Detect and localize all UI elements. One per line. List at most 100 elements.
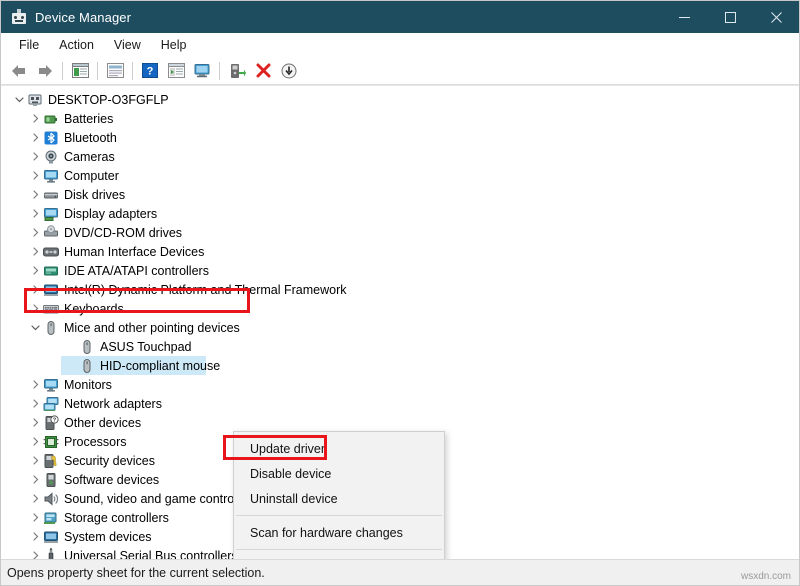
back-button[interactable] [7,59,31,83]
tree-item-label: Universal Serial Bus controllers [64,548,238,560]
context-menu[interactable]: Update driver Disable device Uninstall dev… [233,431,445,559]
update-driver-icon[interactable] [225,59,249,83]
context-menu-separator [236,515,442,516]
chevron-right-icon[interactable] [27,489,43,508]
chevron-right-icon[interactable] [27,470,43,489]
context-menu-item[interactable]: Scan for hardware changes [234,520,444,545]
chevron-right-icon[interactable] [27,204,43,223]
context-menu-separator [236,549,442,550]
toolbar-separator-4 [219,61,220,80]
chevron-right-icon[interactable] [27,242,43,261]
tree-item[interactable]: ? Other devices [1,413,799,432]
camera-icon [43,149,59,165]
processor-icon [43,434,59,450]
toolbar: ? [1,57,799,85]
network-adapter-icon [43,396,59,412]
hid-icon [43,244,59,260]
tree-item[interactable]: Mice and other pointing devices [1,318,799,337]
chevron-right-icon[interactable] [27,185,43,204]
down-arrow-circle-icon[interactable] [277,59,301,83]
device-tree-panel[interactable]: DESKTOP-O3FGFLP Batteries Bluetooth Cameras… [1,85,799,559]
tree-item[interactable]: Batteries [1,109,799,128]
chevron-right-icon[interactable] [27,299,43,318]
forward-button[interactable] [33,59,57,83]
context-menu-item[interactable]: Update driver [234,436,444,461]
tree-item-label: Sound, video and game controllers [64,491,258,506]
toolbar-separator-3 [132,61,133,80]
chevron-none [63,337,79,356]
svg-text:?: ? [53,417,57,423]
tree-item[interactable]: Keyboards [1,299,799,318]
tree-item[interactable]: DESKTOP-O3FGFLP [1,90,799,109]
tree-item-label: Network adapters [64,396,162,411]
minimize-button[interactable] [661,1,707,33]
tree-item-label: Bluetooth [64,130,117,145]
tree-item[interactable]: Disk drives [1,185,799,204]
tree-item[interactable]: IDE ATA/ATAPI controllers [1,261,799,280]
tree-item[interactable]: Human Interface Devices [1,242,799,261]
menu-file[interactable]: File [9,35,49,55]
chevron-right-icon[interactable] [27,128,43,147]
tree-item-label: System devices [64,529,152,544]
tree-item-label: Processors [64,434,127,449]
monitor-icon [43,377,59,393]
chevron-right-icon[interactable] [27,413,43,432]
chevron-right-icon[interactable] [27,280,43,299]
mouse-icon [43,320,59,336]
tree-item[interactable]: Display adapters [1,204,799,223]
action-pane-icon[interactable] [164,59,188,83]
tree-item[interactable]: Monitors [1,375,799,394]
tree-item-label: Batteries [64,111,114,126]
chevron-right-icon[interactable] [27,147,43,166]
disk-drive-icon [43,187,59,203]
menu-help[interactable]: Help [151,35,197,55]
context-menu-item-label: Uninstall device [250,491,338,506]
tree-item-label: Computer [64,168,119,183]
device-manager-icon [11,9,27,25]
tree-item[interactable]: Cameras [1,147,799,166]
chevron-right-icon[interactable] [27,527,43,546]
tree-item[interactable]: Bluetooth [1,128,799,147]
tree-item[interactable]: Computer [1,166,799,185]
tree-item-label: Display adapters [64,206,158,221]
context-menu-item[interactable]: Disable device [234,461,444,486]
tree-item[interactable]: Network adapters [1,394,799,413]
chevron-right-icon[interactable] [27,223,43,242]
menu-action[interactable]: Action [49,35,104,55]
chevron-right-icon[interactable] [27,166,43,185]
chevron-down-icon[interactable] [11,90,27,109]
chevron-right-icon[interactable] [27,451,43,470]
chevron-down-icon[interactable] [27,318,43,337]
chevron-right-icon[interactable] [27,109,43,128]
context-menu-item[interactable]: Uninstall device [234,486,444,511]
scan-monitor-icon[interactable] [190,59,214,83]
chevron-right-icon[interactable] [27,375,43,394]
properties-icon[interactable] [103,59,127,83]
context-menu-item[interactable]: Properties [234,554,444,559]
red-x-icon[interactable] [251,59,275,83]
tree-item[interactable]: DVD/CD-ROM drives [1,223,799,242]
tree-item[interactable]: HID-compliant mouse [1,356,799,375]
menu-view[interactable]: View [104,35,151,55]
dvd-drive-icon [43,224,59,241]
tree-item-label: HID-compliant mouse [100,358,221,373]
chevron-right-icon[interactable] [27,432,43,451]
tree-item[interactable]: ASUS Touchpad [1,337,799,356]
tree-item-label: Software devices [64,472,160,487]
tree-item-label: Intel(R) Dynamic Platform and Thermal Fr… [64,282,347,297]
toolbar-separator-2 [97,61,98,80]
chevron-right-icon[interactable] [27,508,43,527]
ide-controller-icon [43,263,59,279]
help-question-icon[interactable]: ? [138,59,162,83]
chevron-right-icon[interactable] [27,261,43,280]
menu-bar: File Action View Help [1,33,799,57]
chevron-right-icon[interactable] [27,546,43,559]
watermark: wsxdn.com [740,571,791,582]
console-tree-icon[interactable] [68,59,92,83]
close-button[interactable] [753,1,799,33]
chevron-right-icon[interactable] [27,394,43,413]
maximize-button[interactable] [707,1,753,33]
storage-controller-icon [43,510,59,526]
context-menu-item-label: Scan for hardware changes [250,525,403,540]
tree-item[interactable]: Intel(R) Dynamic Platform and Thermal Fr… [1,280,799,299]
